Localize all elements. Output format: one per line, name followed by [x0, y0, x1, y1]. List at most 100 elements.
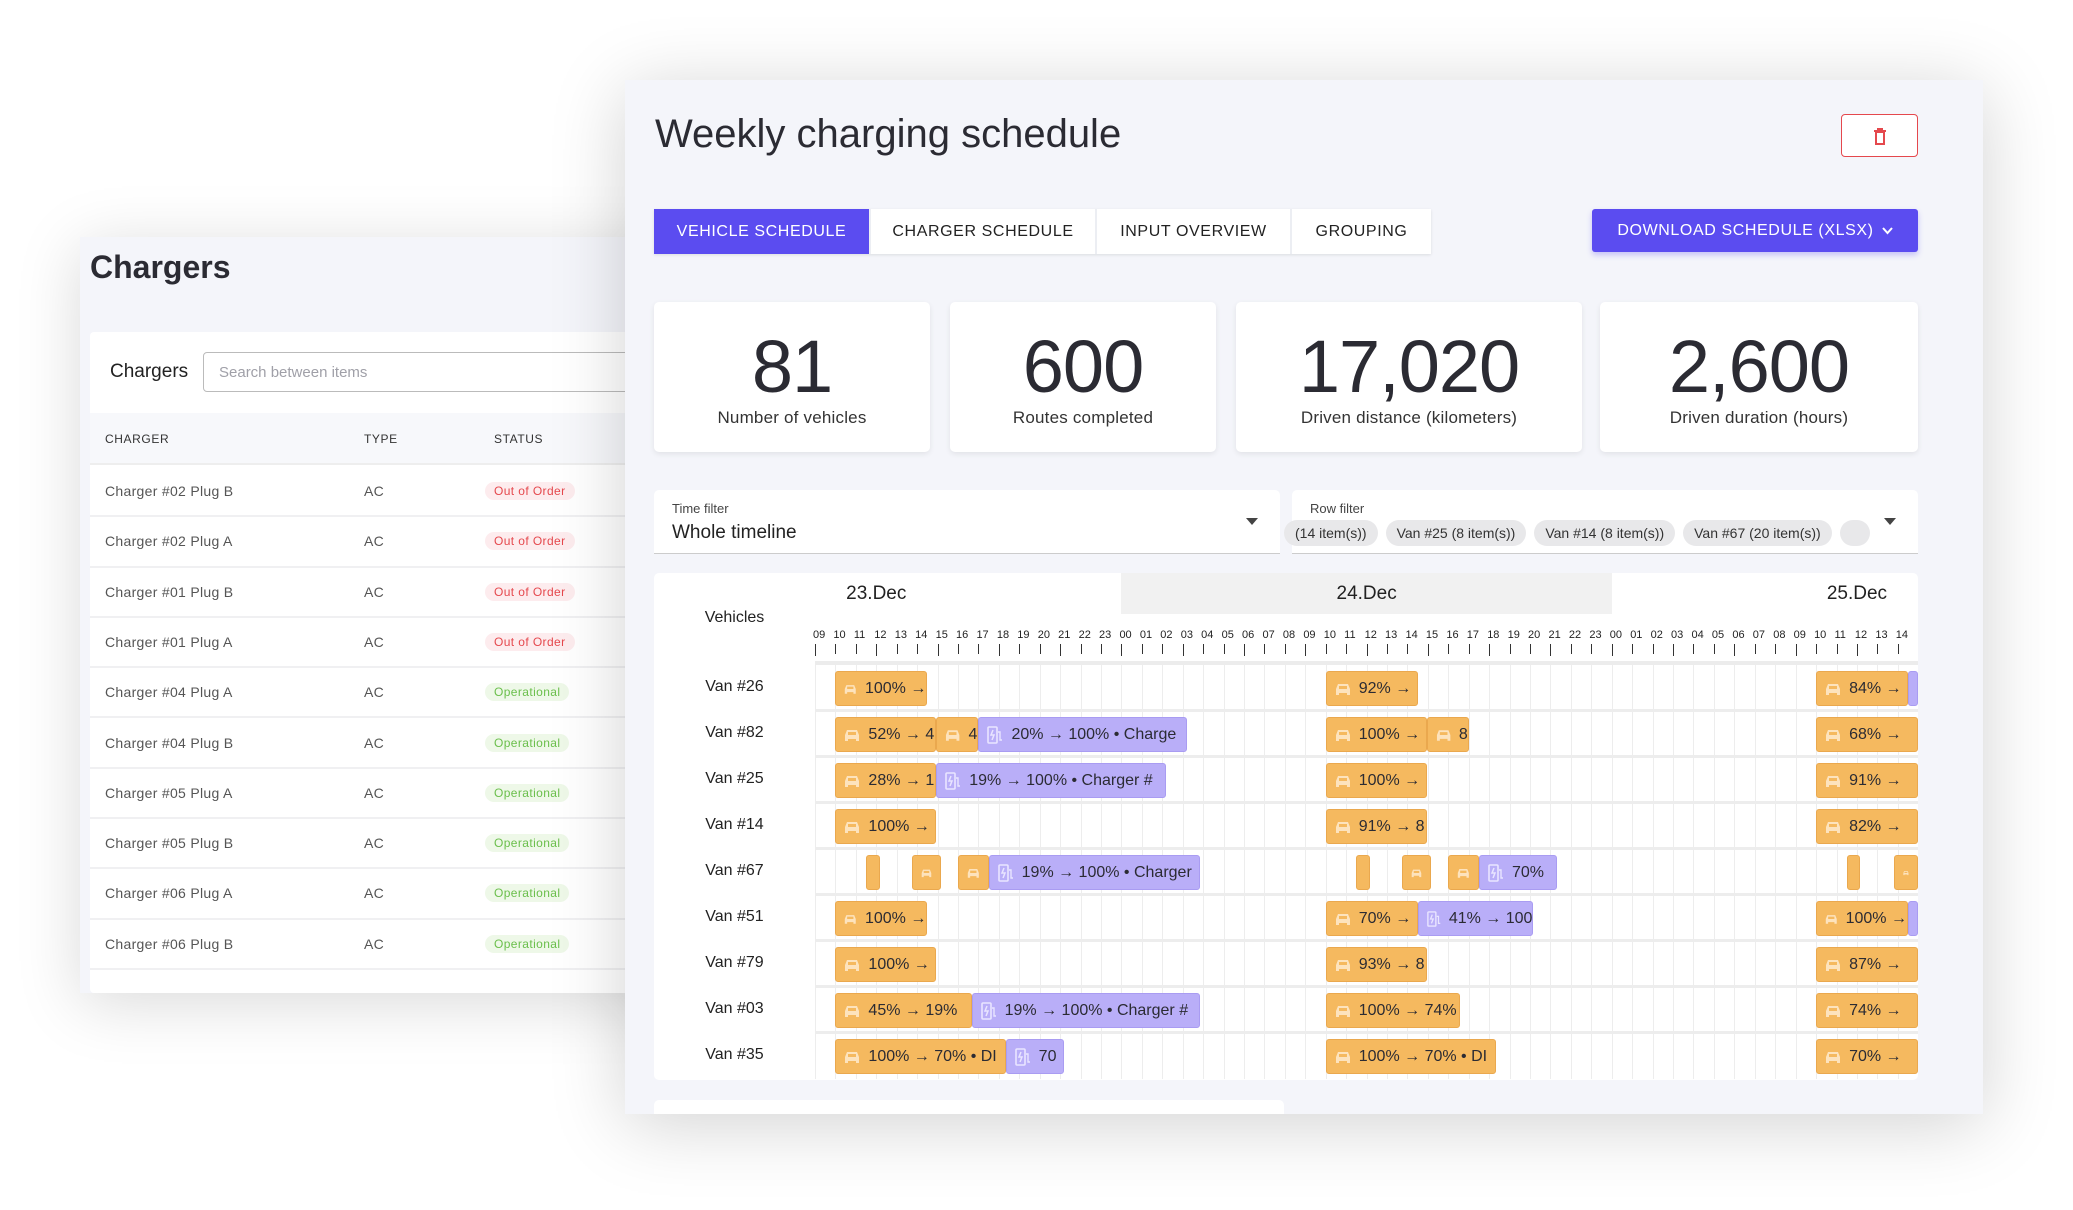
drive-bar[interactable] [866, 855, 880, 890]
drive-bar[interactable]: 8 [1426, 717, 1469, 752]
drive-bar[interactable] [1356, 855, 1370, 890]
column-header-type[interactable]: TYPE [364, 432, 398, 446]
charge-bar[interactable]: 20% → 100% • Charge [978, 717, 1187, 752]
hour-tick [876, 644, 878, 656]
row-filter-chip[interactable]: Van #14 (8 item(s)) [1534, 520, 1676, 546]
drive-bar[interactable]: 84% → [1816, 671, 1908, 706]
hour-label: 01 [1139, 629, 1153, 641]
drive-bar[interactable] [958, 855, 989, 890]
grid-line [1305, 665, 1307, 1079]
vehicle-name: Van #26 [705, 678, 764, 695]
car-icon [1826, 683, 1841, 695]
row-filter-chip[interactable]: (14 item(s)) [1284, 520, 1378, 546]
schedule-tabs: VEHICLE SCHEDULE CHARGER SCHEDULE INPUT … [654, 209, 1431, 254]
row-divider [815, 1031, 1918, 1034]
drive-bar[interactable]: 45% → 19% [835, 993, 972, 1028]
charge-bar[interactable]: 70 [1005, 1039, 1064, 1074]
hour-label: 23 [1099, 629, 1112, 641]
drive-bar[interactable]: 100% → 74% [1325, 993, 1461, 1028]
bottom-card [654, 1100, 1284, 1114]
vehicle-name: Van #25 [705, 770, 764, 787]
drive-bar[interactable]: 82% → [1816, 809, 1918, 844]
car-icon [845, 729, 860, 741]
time-filter-select[interactable]: Time filter Whole timeline [654, 490, 1280, 554]
charge-bar[interactable]: 19% → 100% • Charger [988, 855, 1200, 890]
drive-bar[interactable]: 100% → [1325, 717, 1427, 752]
drive-bar[interactable]: 87% → [1816, 947, 1918, 982]
column-header-charger[interactable]: CHARGER [105, 432, 169, 446]
drive-bar[interactable]: 100% → [1816, 901, 1908, 936]
car-icon [1335, 683, 1350, 695]
charger-name: Charger #06 Plug A [105, 885, 233, 902]
download-schedule-button[interactable]: DOWNLOAD SCHEDULE (XLSX) [1592, 209, 1918, 252]
status-badge: Out of Order [485, 582, 575, 601]
hour-tick [835, 644, 837, 654]
drive-bar[interactable]: 100% → 70% • DI [1325, 1039, 1496, 1074]
drive-bar[interactable] [1846, 855, 1861, 890]
drive-bar[interactable] [1894, 855, 1918, 890]
drive-bar[interactable]: 74% → [1816, 993, 1918, 1028]
car-icon [845, 914, 857, 924]
drive-bar[interactable]: 100% → 70% • DI [835, 1039, 1006, 1074]
drive-bar[interactable]: 100% → [835, 901, 928, 936]
drive-bar[interactable]: 4 [936, 717, 979, 752]
drive-bar[interactable]: 68% → [1816, 717, 1918, 752]
drive-bar[interactable]: 28% → 1 [835, 763, 937, 798]
hour-label: 10 [1323, 629, 1336, 641]
bar-label: 52% → 4 [868, 725, 935, 743]
hour-tick [978, 644, 980, 654]
drive-bar[interactable]: 91% → [1816, 763, 1918, 798]
row-filter-chip[interactable]: Van #67 (20 item(s)) [1683, 520, 1832, 546]
hour-label: 14 [1895, 629, 1909, 641]
stat-card-vehicles: 81 Number of vehicles [654, 302, 930, 452]
tab-input-overview[interactable]: INPUT OVERVIEW [1097, 209, 1292, 254]
drive-bar[interactable] [1448, 855, 1479, 890]
drive-bar[interactable]: 52% → 4 [835, 717, 937, 752]
drive-bar[interactable]: 100% → [835, 947, 937, 982]
hour-label: 02 [1650, 629, 1663, 641]
tab-charger-schedule[interactable]: CHARGER SCHEDULE [871, 209, 1097, 254]
drive-bar[interactable]: 100% → [1325, 763, 1427, 798]
charge-bar[interactable] [1908, 901, 1918, 936]
drive-bar[interactable]: 70% → [1325, 901, 1418, 936]
tab-vehicle-schedule[interactable]: VEHICLE SCHEDULE [654, 209, 871, 254]
car-icon [845, 821, 860, 833]
drive-bar[interactable] [1402, 855, 1432, 890]
grid-line [1632, 665, 1634, 1079]
charge-bar[interactable] [1908, 671, 1918, 706]
status-badge: Operational [485, 884, 570, 903]
drive-bar[interactable]: 70% → [1816, 1039, 1918, 1074]
status-badge: Operational [485, 934, 570, 953]
car-icon [1335, 1005, 1350, 1017]
column-header-status[interactable]: STATUS [494, 432, 543, 446]
delete-button[interactable] [1841, 114, 1918, 157]
row-header-label: Vehicles [704, 609, 765, 626]
hour-label: 03 [1671, 629, 1684, 641]
car-icon [845, 1005, 860, 1017]
row-filter-select[interactable]: Row filter (14 item(s)) Van #25 (8 item(s… [1284, 490, 1918, 554]
drive-bar[interactable]: 100% → [835, 809, 937, 844]
charge-bar[interactable]: 70% [1478, 855, 1558, 890]
row-filter-chip[interactable]: Van #25 (8 item(s)) [1385, 520, 1527, 546]
stat-card-duration: 2,600 Driven duration (hours) [1600, 302, 1918, 452]
hour-label: 11 [853, 629, 866, 641]
car-icon [1826, 775, 1841, 787]
tab-grouping[interactable]: GROUPING [1292, 209, 1431, 254]
drive-bar[interactable]: 91% → 8 [1325, 809, 1427, 844]
charge-bar[interactable]: 19% → 100% • Charger # [971, 993, 1200, 1028]
drive-bar[interactable] [912, 855, 941, 890]
charge-bar[interactable]: 19% → 100% • Charger # [936, 763, 1166, 798]
bar-label: 100% → [1358, 771, 1421, 789]
status-badge: Out of Order [485, 532, 575, 551]
drive-bar[interactable]: 100% → [835, 671, 928, 706]
row-filter-chips: (14 item(s)) Van #25 (8 item(s)) Van #14 (… [1284, 520, 1870, 546]
drive-bar[interactable]: 93% → 8 [1325, 947, 1427, 982]
drive-bar[interactable]: 92% → [1325, 671, 1418, 706]
hour-tick [1407, 644, 1409, 654]
hour-tick [1264, 644, 1266, 654]
charge-bar[interactable]: 41% → 100 [1417, 901, 1534, 936]
hour-tick [1673, 644, 1675, 656]
stat-value: 2,600 [1668, 325, 1850, 408]
hour-tick [1203, 644, 1205, 654]
row-filter-chip[interactable] [1839, 520, 1870, 546]
